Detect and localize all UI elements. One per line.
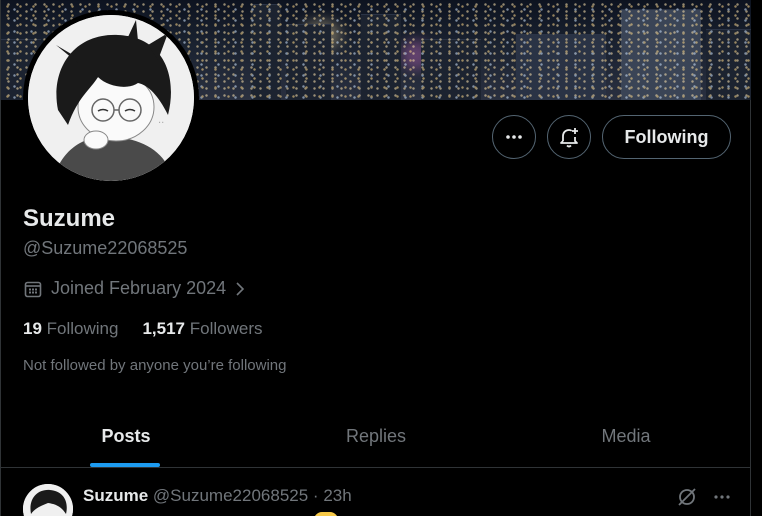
more-options-button[interactable] [492,115,536,159]
following-button[interactable]: Following [602,115,731,159]
more-dots-icon[interactable] [712,487,732,507]
profile-handle: @Suzume22068525 [23,238,188,258]
followers-label: Followers [189,319,263,338]
post-time[interactable]: 23h [323,486,351,505]
avatar-image: .. [28,15,194,181]
followers-count-link[interactable]: 1,517 Followers [142,319,262,339]
post-header: Suzume @Suzume22068525 · 23h [83,486,352,506]
calendar-icon [24,281,42,297]
following-count-link[interactable]: 19 Following [23,319,118,339]
profile-name: Suzume [23,205,116,232]
tab-media[interactable]: Media [501,405,751,467]
post-separator: · [312,486,319,505]
post-author-name[interactable]: Suzume [83,486,148,505]
post-author-handle[interactable]: @Suzume22068525 [153,486,308,505]
more-dots-icon [506,135,522,139]
post-item[interactable]: Suzume @Suzume22068525 · 23h [1,468,751,516]
post-actions [676,486,732,508]
bell-plus-icon [560,128,578,148]
follow-counts: 19 Following 1,517 Followers [23,319,263,339]
grok-icon[interactable] [676,486,698,508]
post-emoji-peek [314,512,338,516]
joined-date[interactable]: Joined February 2024 [23,278,246,299]
tab-posts[interactable]: Posts [1,405,251,467]
joined-label: Joined February 2024 [51,278,227,298]
not-followed-notice: Not followed by anyone you’re following [23,357,287,374]
following-label: Following [46,319,119,338]
avatar-illustration: .. [28,15,194,181]
chevron-right-icon [236,281,245,296]
notifications-button[interactable] [547,115,591,159]
following-count: 19 [23,319,42,338]
post-author-avatar[interactable] [23,484,73,516]
svg-text:..: .. [158,115,164,126]
profile-tabs: Posts Replies Media [1,405,751,468]
avatar-illustration [23,484,73,516]
tab-replies[interactable]: Replies [251,405,501,467]
followers-count: 1,517 [142,319,186,338]
profile-avatar[interactable]: .. [23,10,199,186]
active-tab-indicator [90,463,160,467]
